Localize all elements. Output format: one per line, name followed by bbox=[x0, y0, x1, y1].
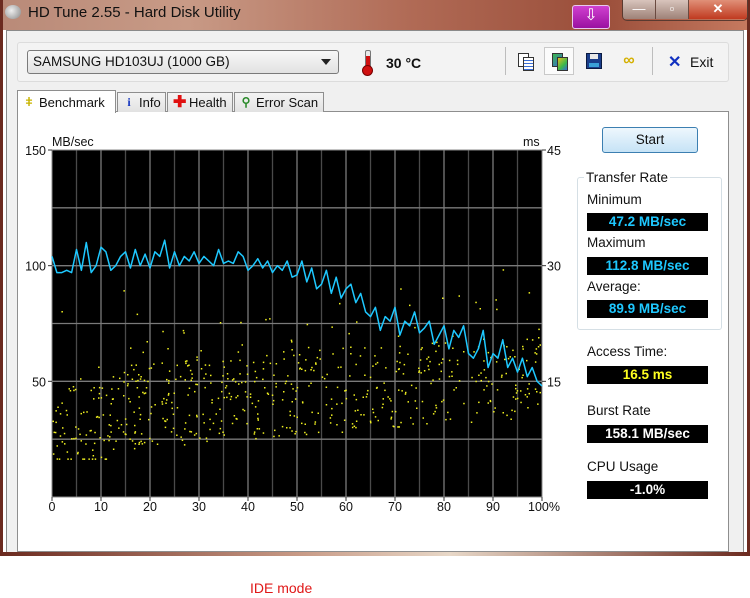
tab-benchmark[interactable]: ǂ Benchmark bbox=[17, 90, 116, 113]
drive-select[interactable]: SAMSUNG HD103UJ (1000 GB) bbox=[27, 50, 339, 74]
cpu-usage-label: CPU Usage bbox=[587, 459, 659, 474]
maximum-value: 112.8 MB/sec bbox=[587, 257, 708, 275]
magnifier-icon: ⚲ bbox=[241, 95, 251, 109]
window-controls: — ▫ ✕ bbox=[622, 0, 748, 21]
transfer-rate-title: Transfer Rate bbox=[584, 170, 671, 185]
exit-icon[interactable]: ✕ bbox=[668, 52, 681, 72]
tab-error-scan[interactable]: ⚲ Error Scan bbox=[234, 92, 324, 112]
access-time-label: Access Time: bbox=[587, 344, 668, 359]
save-button[interactable] bbox=[583, 50, 605, 72]
close-button[interactable]: ✕ bbox=[689, 0, 747, 19]
tab-label: Info bbox=[139, 95, 161, 110]
burst-rate-value: 158.1 MB/sec bbox=[587, 425, 708, 443]
average-value: 89.9 MB/sec bbox=[587, 300, 708, 318]
minimum-label: Minimum bbox=[587, 192, 642, 207]
y-left-axis-label: MB/sec bbox=[52, 135, 94, 149]
cpu-usage-value: -1.0% bbox=[587, 481, 708, 499]
window-title: HD Tune 2.55 - Hard Disk Utility bbox=[28, 4, 241, 21]
tab-label: Benchmark bbox=[39, 94, 105, 110]
options-button[interactable]: ∞ bbox=[618, 50, 640, 72]
burst-rate-label: Burst Rate bbox=[587, 403, 651, 418]
minimize-button[interactable]: — bbox=[623, 0, 656, 19]
tab-info[interactable]: i Info bbox=[117, 92, 166, 112]
chevron-down-icon bbox=[321, 59, 331, 65]
save-icon bbox=[586, 53, 602, 69]
info-icon: i bbox=[127, 95, 131, 109]
maximum-label: Maximum bbox=[587, 235, 646, 250]
average-label: Average: bbox=[587, 279, 641, 294]
maximize-button[interactable]: ▫ bbox=[656, 0, 689, 19]
bulb-icon: ǂ bbox=[25, 94, 33, 109]
drive-select-value: SAMSUNG HD103UJ (1000 GB) bbox=[33, 54, 230, 69]
ide-mode-note: IDE mode bbox=[250, 580, 313, 596]
window-bottom-edge bbox=[0, 552, 750, 556]
minimum-value: 47.2 MB/sec bbox=[587, 213, 708, 231]
tab-label: Health bbox=[189, 95, 227, 110]
tab-label: Error Scan bbox=[256, 95, 319, 110]
toolbar-divider bbox=[652, 47, 653, 75]
copy-screenshot-icon bbox=[552, 53, 568, 71]
y-right-axis-label: ms bbox=[523, 135, 540, 149]
tab-health[interactable]: ✚ Health bbox=[167, 92, 233, 112]
toolbar-divider bbox=[505, 47, 506, 75]
benchmark-plot-area bbox=[52, 150, 542, 497]
health-cross-icon: ✚ bbox=[173, 94, 187, 111]
thermometer-icon bbox=[362, 50, 373, 76]
copy-text-button[interactable] bbox=[514, 50, 536, 72]
exit-button[interactable]: Exit bbox=[690, 54, 713, 70]
overlay-down-button[interactable]: ⇩ bbox=[572, 5, 610, 29]
down-arrow-icon: ⇩ bbox=[584, 7, 598, 24]
access-time-value: 16.5 ms bbox=[587, 366, 708, 384]
copy-screenshot-button[interactable] bbox=[544, 47, 574, 75]
copy-text-icon bbox=[518, 53, 534, 71]
options-icon: ∞ bbox=[623, 52, 635, 69]
temperature-value: 30 °C bbox=[386, 55, 422, 71]
start-button[interactable]: Start bbox=[602, 127, 698, 153]
app-icon bbox=[5, 5, 21, 19]
